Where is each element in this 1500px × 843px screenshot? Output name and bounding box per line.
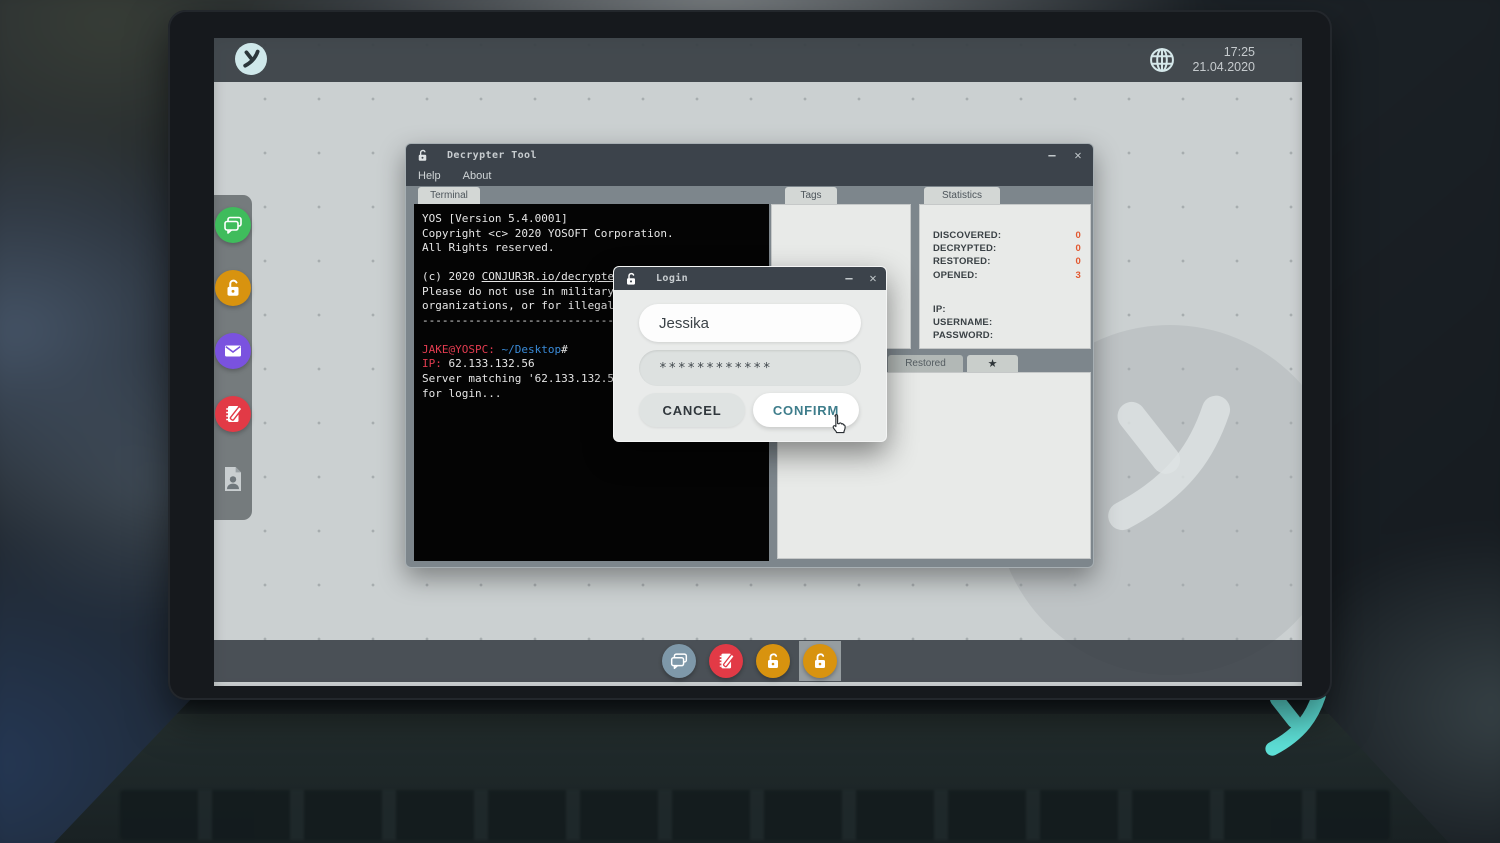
taskbar-decrypter-button[interactable] bbox=[756, 644, 790, 678]
menu-help[interactable]: Help bbox=[418, 170, 441, 182]
statistics-fields: IP:USERNAME:PASSWORD: bbox=[933, 303, 1081, 343]
notepad-pen-icon bbox=[715, 650, 737, 672]
clock-time: 17:25 bbox=[1192, 45, 1255, 60]
laptop-keyboard bbox=[120, 790, 1390, 840]
clock: 17:25 21.04.2020 bbox=[1192, 45, 1255, 75]
network-globe-icon[interactable] bbox=[1146, 44, 1178, 76]
taskbar-notes-button[interactable] bbox=[709, 644, 743, 678]
tab-restored[interactable]: Restored bbox=[888, 355, 963, 372]
chat-bubbles-icon bbox=[668, 650, 690, 672]
taskbar bbox=[214, 640, 1302, 682]
login-titlebar[interactable]: Login – ✕ bbox=[614, 267, 886, 290]
notepad-pen-icon bbox=[221, 402, 245, 426]
login-dialog: Login – ✕ Jessika ************ CANCEL CO… bbox=[613, 266, 887, 442]
laptop-brand-logo-icon bbox=[1250, 690, 1338, 758]
person-document-icon bbox=[217, 463, 249, 495]
dock-chat-button[interactable] bbox=[215, 207, 251, 243]
confirm-button[interactable]: CONFIRM bbox=[753, 393, 859, 427]
topbar: 17:25 21.04.2020 bbox=[214, 38, 1302, 82]
tab-terminal[interactable]: Terminal bbox=[418, 187, 480, 204]
tab-statistics[interactable]: Statistics bbox=[924, 187, 1000, 204]
menu-about[interactable]: About bbox=[463, 170, 492, 182]
os-logo-button[interactable] bbox=[235, 43, 267, 75]
dock-notes-button[interactable] bbox=[215, 396, 251, 432]
tab-tags[interactable]: Tags bbox=[785, 187, 837, 204]
dock-decrypter-button[interactable] bbox=[215, 270, 251, 306]
statistics-rows: DISCOVERED:0DECRYPTED:0RESTORED:0OPENED:… bbox=[933, 229, 1081, 282]
screen: 17:25 21.04.2020 bbox=[214, 38, 1302, 686]
cancel-button[interactable]: CANCEL bbox=[639, 393, 745, 427]
minimize-button[interactable]: – bbox=[1041, 144, 1063, 166]
menubar: Help About bbox=[406, 166, 1093, 186]
taskbar-login-button[interactable] bbox=[803, 644, 837, 678]
open-lock-icon bbox=[623, 271, 639, 287]
tab-favorites-star[interactable]: ★ bbox=[967, 355, 1018, 372]
laptop-hinge bbox=[170, 698, 1330, 714]
dock bbox=[214, 195, 252, 520]
dialog-title: Login bbox=[656, 273, 688, 284]
chat-bubbles-icon bbox=[221, 213, 245, 237]
dock-mail-button[interactable] bbox=[215, 333, 251, 369]
laptop-lid: 17:25 21.04.2020 bbox=[168, 10, 1332, 700]
username-field[interactable]: Jessika bbox=[639, 304, 861, 342]
dialog-minimize-button[interactable]: – bbox=[838, 267, 860, 289]
star-icon: ★ bbox=[988, 357, 998, 370]
dock-contacts-button[interactable] bbox=[215, 461, 251, 497]
window-title: Decrypter Tool bbox=[447, 150, 537, 161]
open-lock-icon bbox=[763, 651, 783, 671]
open-lock-icon bbox=[222, 277, 244, 299]
scene: 17:25 21.04.2020 bbox=[0, 0, 1500, 843]
taskbar-chat-button[interactable] bbox=[662, 644, 696, 678]
open-lock-icon bbox=[810, 651, 830, 671]
clock-date: 21.04.2020 bbox=[1192, 60, 1255, 75]
dialog-close-button[interactable]: ✕ bbox=[862, 267, 884, 289]
close-button[interactable]: ✕ bbox=[1067, 144, 1089, 166]
decrypter-titlebar[interactable]: Decrypter Tool – ✕ bbox=[406, 144, 1093, 166]
open-lock-icon bbox=[415, 148, 430, 163]
password-field[interactable]: ************ bbox=[639, 350, 861, 386]
envelope-icon bbox=[221, 339, 245, 363]
